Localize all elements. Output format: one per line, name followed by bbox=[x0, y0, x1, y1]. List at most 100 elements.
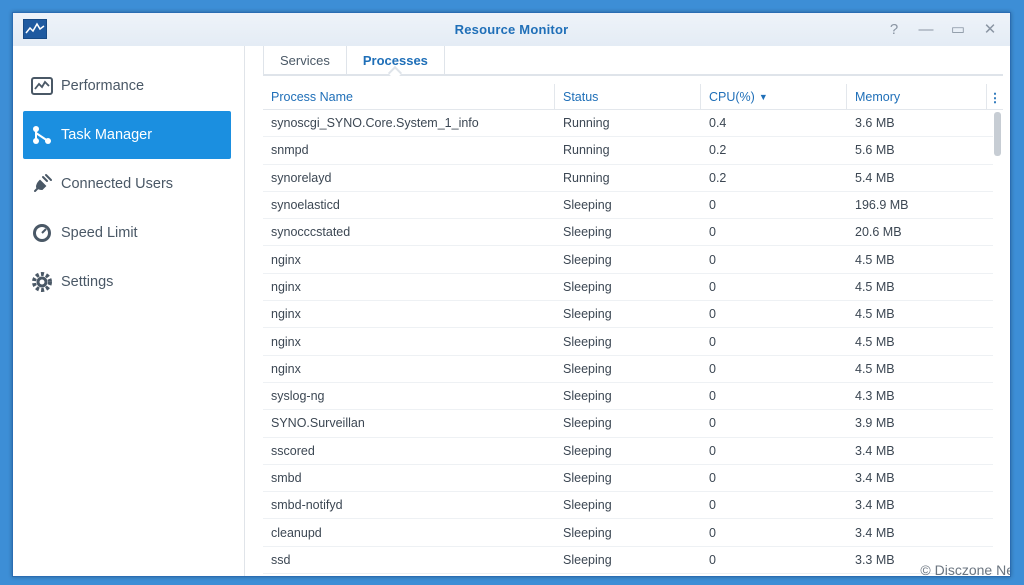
column-header-status[interactable]: Status bbox=[555, 84, 701, 110]
cpu-cell: 0 bbox=[709, 361, 716, 376]
column-menu-icon[interactable]: ⋮ bbox=[987, 84, 1003, 110]
table-body: synoscgi_SYNO.Core.System_1_info Running 0… bbox=[263, 110, 993, 576]
sidebar-item-connected-users[interactable]: Connected Users bbox=[23, 160, 231, 208]
table-row[interactable]: sscored Sleeping 0 3.4 MB bbox=[263, 438, 993, 465]
title-bar: Resource Monitor ? — ▭ ✕ bbox=[13, 13, 1010, 46]
performance-icon bbox=[31, 75, 53, 97]
minimize-button[interactable]: — bbox=[916, 20, 936, 40]
cpu-cell: 0 bbox=[709, 552, 716, 567]
memory-cell: 4.3 MB bbox=[855, 389, 895, 404]
status-cell: Sleeping bbox=[563, 471, 612, 485]
status-cell: Sleeping bbox=[563, 198, 612, 213]
table-row[interactable]: synocccstated Sleeping 0 20.6 MB bbox=[263, 219, 993, 247]
table-row[interactable]: nginx Sleeping 0 4.5 MB bbox=[263, 356, 993, 383]
resource-monitor-window: Resource Monitor ? — ▭ ✕ Performance Tas… bbox=[12, 12, 1011, 577]
column-header-cpu[interactable]: CPU(%) ▼ bbox=[701, 84, 847, 110]
process-name-cell: synocccstated bbox=[271, 225, 351, 240]
memory-cell: 196.9 MB bbox=[855, 198, 909, 213]
sidebar-item-speed-limit[interactable]: Speed Limit bbox=[23, 209, 231, 257]
process-name-cell: nginx bbox=[271, 334, 301, 349]
table-row[interactable]: nginx Sleeping 0 4.5 MB bbox=[263, 328, 993, 356]
table-row[interactable]: smbd-notifyd Sleeping 0 3.4 MB bbox=[263, 492, 993, 520]
table-row[interactable]: ssd Sleeping 0 3.3 MB bbox=[263, 547, 993, 575]
table-row[interactable]: nginx Sleeping 0 4.5 MB bbox=[263, 301, 993, 329]
help-button[interactable]: ? bbox=[884, 20, 904, 40]
table-row[interactable]: smbd Sleeping 0 3.4 MB bbox=[263, 465, 993, 493]
memory-cell: 4.5 MB bbox=[855, 279, 895, 294]
status-cell: Sleeping bbox=[563, 443, 612, 458]
table-row[interactable]: syslog-ng Sleeping 0 4.3 MB bbox=[263, 383, 993, 411]
process-name-cell: sscored bbox=[271, 443, 315, 458]
table-row[interactable]: cleanupd Sleeping 0 3.4 MB bbox=[263, 519, 993, 547]
cpu-cell: 0 bbox=[709, 279, 716, 294]
status-cell: Sleeping bbox=[563, 307, 612, 322]
column-header-process-name[interactable]: Process Name bbox=[263, 84, 555, 110]
status-cell: Sleeping bbox=[563, 416, 612, 431]
column-header-memory[interactable]: Memory bbox=[847, 84, 987, 110]
sort-descending-icon: ▼ bbox=[758, 92, 768, 102]
table-row[interactable]: synoscgi_SYNO.Core.System_1_info Running 0… bbox=[263, 110, 993, 138]
cpu-cell: 0 bbox=[709, 334, 716, 349]
process-name-cell: synoscgi_SYNO.Core.System_1_info bbox=[271, 116, 479, 131]
memory-cell: 4.5 MB bbox=[855, 334, 895, 349]
table-row[interactable]: SYNO.Surveillan Sleeping 0 3.9 MB bbox=[263, 410, 993, 438]
process-name-cell: SYNO.Surveillan bbox=[271, 416, 365, 431]
status-cell: Sleeping bbox=[563, 552, 612, 567]
gear-icon bbox=[31, 271, 53, 293]
table-header: Process Name Status CPU(%) ▼ Memory ⋮ bbox=[263, 84, 1003, 110]
status-cell: Running bbox=[563, 116, 610, 131]
status-cell: Running bbox=[563, 143, 610, 158]
process-name-cell: nginx bbox=[271, 279, 301, 294]
memory-cell: 3.4 MB bbox=[855, 525, 895, 540]
sidebar-item-task-manager[interactable]: Task Manager bbox=[23, 111, 231, 159]
tab-processes[interactable]: Processes bbox=[345, 46, 445, 74]
tab-services[interactable]: Services bbox=[263, 46, 346, 74]
cpu-cell: 0 bbox=[709, 443, 716, 458]
table-row[interactable]: nginx Sleeping 0 4.5 MB bbox=[263, 274, 993, 302]
sidebar: Performance Task Manager Connected Users… bbox=[13, 46, 245, 576]
cpu-cell: 0 bbox=[709, 498, 716, 513]
task-manager-icon bbox=[31, 124, 53, 146]
sidebar-item-label: Task Manager bbox=[61, 127, 153, 143]
sidebar-item-label: Settings bbox=[61, 274, 114, 290]
close-button[interactable]: ✕ bbox=[980, 20, 1000, 40]
cpu-cell: 0 bbox=[709, 198, 716, 213]
memory-cell: 4.5 MB bbox=[855, 307, 895, 322]
sidebar-item-performance[interactable]: Performance bbox=[23, 62, 231, 110]
process-table: Process Name Status CPU(%) ▼ Memory ⋮ sy… bbox=[263, 84, 1003, 576]
status-cell: Sleeping bbox=[563, 361, 612, 376]
table-row[interactable]: snmpd Running 0.2 5.6 MB bbox=[263, 137, 993, 165]
process-name-cell: nginx bbox=[271, 252, 301, 267]
process-name-cell: nginx bbox=[271, 307, 301, 322]
process-name-cell: ssd bbox=[271, 552, 291, 567]
process-name-cell: cleanupd bbox=[271, 525, 322, 540]
cpu-cell: 0 bbox=[709, 525, 716, 540]
process-name-cell: smbd-notifyd bbox=[271, 498, 343, 513]
cpu-cell: 0 bbox=[709, 225, 716, 240]
speedometer-icon bbox=[31, 222, 53, 244]
column-header-cpu-label: CPU(%) bbox=[709, 90, 755, 104]
status-cell: Sleeping bbox=[563, 498, 612, 513]
status-cell: Sleeping bbox=[563, 279, 612, 294]
plug-icon bbox=[31, 173, 53, 195]
process-name-cell: nginx bbox=[271, 361, 301, 376]
table-row[interactable]: synorelayd Running 0.2 5.4 MB bbox=[263, 165, 993, 192]
watermark: © Disczone Ne bbox=[920, 562, 1011, 577]
cpu-cell: 0 bbox=[709, 416, 716, 431]
cpu-cell: 0.2 bbox=[709, 143, 727, 158]
sidebar-item-settings[interactable]: Settings bbox=[23, 258, 231, 306]
memory-cell: 3.9 MB bbox=[855, 416, 895, 431]
memory-cell: 3.4 MB bbox=[855, 443, 895, 458]
process-name-cell: synorelayd bbox=[271, 170, 332, 185]
memory-cell: 3.4 MB bbox=[855, 471, 895, 485]
main-panel: Services Processes Process Name Status C… bbox=[263, 46, 1003, 576]
status-cell: Sleeping bbox=[563, 389, 612, 404]
cpu-cell: 0 bbox=[709, 471, 716, 485]
maximize-button[interactable]: ▭ bbox=[948, 20, 968, 40]
table-row[interactable]: nginx Sleeping 0 4.5 MB bbox=[263, 246, 993, 274]
status-cell: Sleeping bbox=[563, 252, 612, 267]
window-title: Resource Monitor bbox=[454, 22, 569, 37]
status-cell: Sleeping bbox=[563, 334, 612, 349]
vertical-scrollbar[interactable] bbox=[994, 112, 1001, 156]
table-row[interactable]: synoelasticd Sleeping 0 196.9 MB bbox=[263, 192, 993, 220]
